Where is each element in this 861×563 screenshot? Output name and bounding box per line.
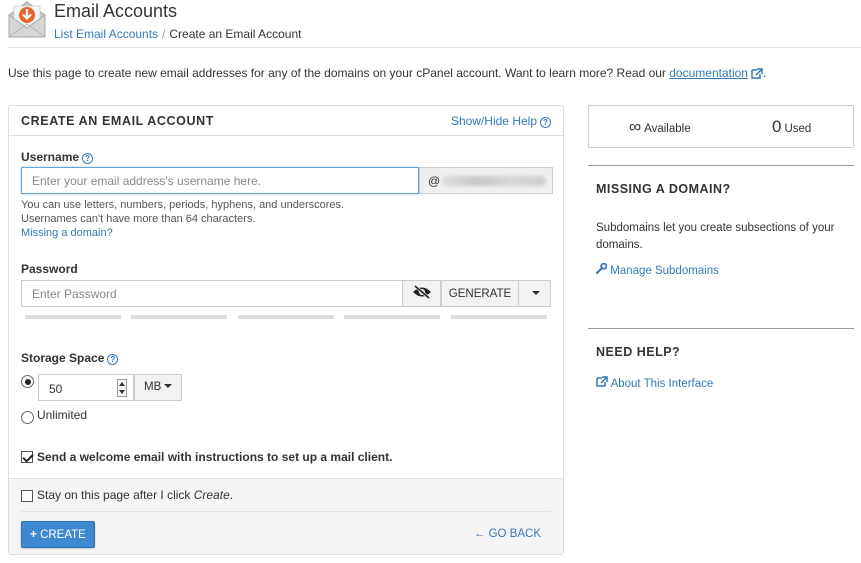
quota-unit-dropdown[interactable]: MB	[134, 374, 182, 401]
password-strength-segment	[131, 315, 227, 319]
password-label: Password	[21, 262, 78, 276]
manage-subdomains-label: Manage Subdomains	[610, 265, 719, 277]
available-stat: ∞ Available	[629, 117, 691, 137]
need-help-title: NEED HELP?	[596, 345, 681, 359]
arrow-left-icon: ←	[473, 528, 486, 540]
question-icon: ?	[540, 117, 551, 128]
storage-unlimited-label: Unlimited	[37, 408, 88, 422]
panel-footer: Stay on this page after I click Create. …	[9, 478, 563, 554]
storage-help-icon[interactable]: ?	[107, 354, 119, 365]
external-link-icon	[751, 68, 763, 82]
sidebar-divider	[588, 165, 854, 166]
account-usage-box: ∞ Available 0 Used	[588, 105, 854, 148]
go-back-label: GO BACK	[488, 528, 541, 540]
missing-domain-text: Subdomains let you create subsections of…	[596, 222, 835, 251]
external-link-icon	[596, 376, 608, 390]
wrench-icon	[595, 262, 608, 277]
intro-suffix: .	[762, 66, 767, 80]
create-button[interactable]: + CREATE	[21, 521, 95, 548]
available-value: ∞	[629, 117, 642, 136]
panel-header: CREATE AN EMAIL ACCOUNT Show/Hide Help?	[9, 106, 563, 136]
domain-at-sign: @	[428, 174, 441, 188]
show-hide-help-label: Show/Hide Help	[450, 114, 537, 128]
about-interface-label: About This Interface	[610, 378, 714, 390]
breadcrumb-separator: /	[162, 27, 166, 41]
about-interface-link[interactable]: About This Interface	[596, 376, 713, 390]
show-hide-help-link[interactable]: Show/Hide Help?	[451, 114, 551, 128]
missing-domain-link[interactable]: Missing a domain?	[21, 227, 113, 239]
create-account-panel: CREATE AN EMAIL ACCOUNT Show/Hide Help? …	[8, 105, 564, 555]
toggle-password-visibility-button[interactable]	[402, 280, 441, 307]
manage-subdomains-link[interactable]: Manage Subdomains	[595, 262, 719, 277]
intro-body: Use this page to create new email addres…	[8, 66, 670, 80]
domain-value-redacted	[442, 176, 546, 186]
password-strength-segment	[344, 315, 440, 319]
quota-spin-buttons[interactable]	[117, 379, 127, 397]
breadcrumb: List Email Accounts / Create an Email Acco…	[54, 27, 301, 41]
quota-stepper[interactable]: 50	[38, 374, 134, 401]
domain-select[interactable]: @	[419, 167, 553, 194]
available-label: Available	[644, 123, 691, 135]
password-strength-segment	[25, 315, 121, 319]
email-accounts-logo-icon	[8, 0, 46, 38]
storage-unlimited-radio[interactable]	[21, 411, 34, 424]
caret-down-icon	[164, 384, 173, 388]
password-options-dropdown[interactable]	[518, 280, 551, 307]
username-label-text: Username	[21, 150, 80, 164]
stay-on-page-emph: Create	[193, 488, 230, 502]
eye-slash-icon	[412, 284, 432, 302]
welcome-email-checkbox[interactable]	[21, 451, 33, 463]
quota-unit-value: MB	[144, 381, 162, 393]
documentation-link[interactable]: documentation	[669, 66, 748, 80]
username-input[interactable]	[21, 167, 419, 194]
breadcrumb-current: Create an Email Account	[169, 27, 302, 41]
password-strength-segment	[238, 315, 334, 319]
generate-password-button[interactable]: GENERATE	[441, 280, 519, 307]
used-value: 0	[772, 117, 782, 136]
username-label: Username?	[21, 150, 94, 164]
stay-on-page-checkbox[interactable]	[21, 490, 33, 502]
stay-on-page-prefix: Stay on this page after I click	[37, 488, 194, 502]
username-help-text: You can use letters, numbers, periods, h…	[21, 198, 344, 240]
spin-up-icon	[119, 382, 125, 386]
plus-icon: +	[30, 528, 37, 541]
panel-title: CREATE AN EMAIL ACCOUNT	[21, 114, 214, 128]
caret-down-icon	[532, 290, 540, 295]
sidebar-divider	[588, 328, 854, 329]
footer-divider	[21, 511, 551, 512]
used-stat: 0 Used	[772, 117, 811, 137]
welcome-email-label: Send a welcome email with instructions t…	[37, 450, 393, 464]
password-strength-segment	[451, 315, 547, 319]
go-back-link[interactable]: ← GO BACK	[474, 528, 541, 540]
missing-domain-title: MISSING A DOMAIN?	[596, 182, 731, 196]
storage-label: Storage Space?	[21, 351, 119, 365]
create-button-label: CREATE	[40, 528, 86, 541]
intro-text: Use this page to create new email addres…	[8, 66, 766, 82]
username-help-icon[interactable]: ?	[82, 153, 94, 164]
stay-on-page-label: Stay on this page after I click Create.	[37, 488, 233, 502]
password-input[interactable]	[21, 280, 403, 307]
username-help-line2: Usernames can't have more than 64 charac…	[21, 213, 256, 225]
storage-label-text: Storage Space	[21, 351, 105, 365]
storage-custom-radio[interactable]	[21, 375, 34, 388]
used-label: Used	[784, 123, 812, 135]
spin-down-icon	[119, 390, 125, 394]
header-divider	[8, 47, 861, 48]
breadcrumb-list-email-accounts[interactable]: List Email Accounts	[54, 27, 158, 41]
quota-value: 50	[49, 382, 63, 396]
page-title: Email Accounts	[54, 1, 178, 21]
stay-on-page-suffix: .	[229, 488, 234, 502]
username-help-line1: You can use letters, numbers, periods, h…	[21, 199, 345, 211]
